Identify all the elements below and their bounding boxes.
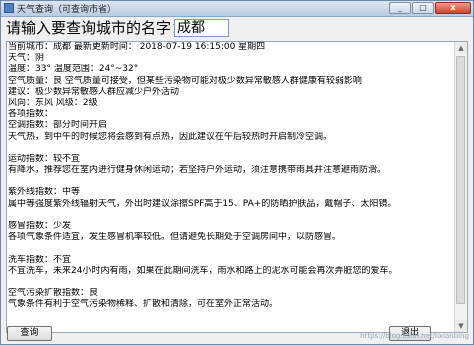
- result-line: 天气：阴: [8, 53, 45, 64]
- result-line: 属中等强度紫外线辐射天气，外出时建议涂擦SPF高于15、PA+的防晒护肤品，戴帽…: [8, 198, 397, 209]
- result-line: 紫外线指数：中等: [8, 187, 81, 198]
- client-area: 请输入要查询城市的名字： 成都 当前城市：成都 最新更新时间： 2018-07-…: [4, 17, 470, 341]
- result-line: [8, 143, 453, 154]
- result-line: 空调指数：部分时间开启: [8, 120, 108, 131]
- result-line: 风向：东风 风级：2级: [8, 97, 98, 108]
- result-line: [8, 243, 453, 254]
- result-line: 运动指数：较不宜: [8, 153, 81, 164]
- watermark-text: https://blog.csdn.net/lixianbing: [360, 332, 469, 340]
- vertical-scrollbar[interactable]: ▲ ▼: [454, 42, 467, 332]
- window-controls: _ □ x: [389, 2, 471, 15]
- query-button[interactable]: 查询: [7, 326, 52, 341]
- result-line: 各项指数：: [8, 109, 54, 120]
- result-line: 有降水，推荐您在室内进行健身休闲运动；若坚持户外运动，须注意携带雨具并注意避雨防…: [8, 165, 387, 176]
- scrollbar-thumb[interactable]: [456, 56, 465, 304]
- close-button[interactable]: x: [435, 2, 471, 14]
- result-line: 空气质量：良 空气质量可接受，但某些污染物可能对极少数异常敏感人群健康有较弱影响: [8, 75, 362, 86]
- result-line: 天气热，到中午的时候您将会感到有点热，因此建议在午后较热时开启制冷空调。: [8, 131, 333, 142]
- result-line: 洗车指数：不宜: [8, 254, 72, 265]
- app-window: 天气查询（可查询市省） _ □ x 请输入要查询城市的名字： 成都 当前城市：成…: [0, 0, 474, 345]
- result-line: [8, 277, 453, 288]
- result-line: 空气污染扩散指数：良: [8, 288, 99, 299]
- result-line: 各项气象条件适宜，发生感冒机率较低。但请避免长期处于空调房间中，以防感冒。: [8, 232, 342, 243]
- scroll-down-arrow-icon[interactable]: ▼: [455, 320, 467, 332]
- maximize-button[interactable]: □: [412, 2, 434, 14]
- window-title: 天气查询（可查询市省）: [17, 5, 117, 15]
- weather-result-text: 当前城市：成都 最新更新时间： 2018-07-19 16:15:00 星期四天…: [8, 42, 453, 311]
- city-input[interactable]: 成都: [174, 19, 229, 37]
- title-bar[interactable]: 天气查询（可查询市省） _ □ x: [1, 1, 473, 17]
- result-line: 不宜洗车，未来24小时内有雨，如果在此期间洗车，雨水和路上的泥水可能会再次弄脏您…: [8, 265, 398, 276]
- app-icon: [4, 3, 14, 13]
- scroll-up-arrow-icon[interactable]: ▲: [455, 42, 467, 54]
- result-line: [8, 176, 453, 187]
- weather-result-textbox[interactable]: 当前城市：成都 最新更新时间： 2018-07-19 16:15:00 星期四天…: [6, 41, 468, 333]
- result-line: 建议：极少数异常敏感人群应减少户外活动: [8, 86, 180, 97]
- result-line: 温度：33° 温度范围：24°~32°: [8, 64, 139, 75]
- city-prompt-row: 请输入要查询城市的名字： 成都: [4, 17, 424, 39]
- result-line: 当前城市：成都 最新更新时间： 2018-07-19 16:15:00 星期四: [8, 42, 266, 52]
- result-line: 气象条件有利于空气污染物稀释、扩散和清除，可在室外正常活动。: [8, 299, 279, 310]
- minimize-button[interactable]: _: [389, 2, 411, 14]
- result-line: 感冒指数：少发: [8, 221, 72, 231]
- result-line: [8, 210, 453, 221]
- city-prompt-label: 请输入要查询城市的名字：: [6, 19, 187, 37]
